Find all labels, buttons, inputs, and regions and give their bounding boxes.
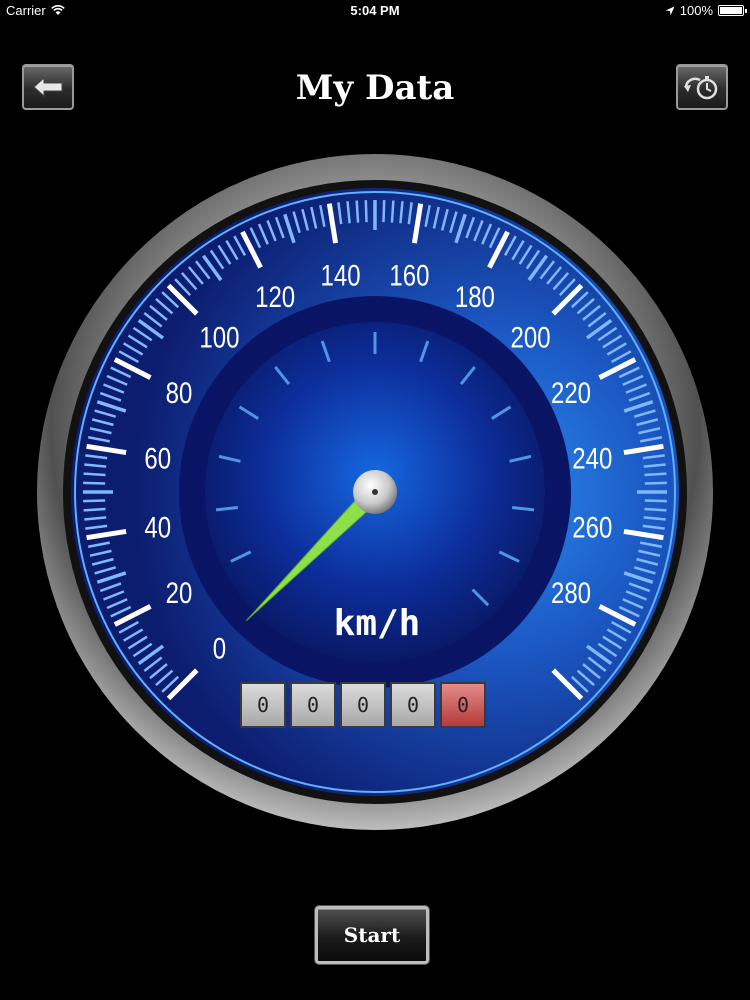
history-timer-button[interactable] — [676, 64, 728, 110]
odometer-digit: 0 — [390, 682, 436, 728]
gauge-tick-label: 240 — [572, 441, 612, 475]
gauge-tick-label: 160 — [389, 258, 429, 292]
speedometer-gauge: 020406080100120140 160180200220240260280 … — [37, 154, 713, 830]
gauge-tick-label: 280 — [551, 575, 591, 609]
start-button[interactable]: Start — [315, 906, 429, 964]
gauge-minor-tick — [364, 200, 368, 223]
gauge-minor-tick — [644, 481, 667, 485]
gauge-tick-label: 120 — [255, 279, 295, 313]
gauge-minor-tick — [390, 200, 395, 223]
battery-percent: 100% — [679, 3, 713, 18]
gauge-minor-tick — [644, 472, 667, 477]
gauge-tick-label: 60 — [144, 441, 171, 475]
battery-icon — [718, 5, 747, 16]
gauge-minor-tick — [355, 200, 360, 223]
gauge-minor-tick — [83, 481, 106, 485]
gauge-tick-label: 180 — [455, 279, 495, 313]
status-time: 5:04 PM — [350, 3, 400, 18]
gauge-minor-tick — [83, 507, 106, 512]
gauge-tick-label: 100 — [199, 320, 239, 354]
odometer-digit: 0 — [340, 682, 386, 728]
gauge-tick-label: 220 — [551, 376, 591, 410]
gauge-minor-tick — [83, 499, 106, 503]
odometer: 0 0 0 0 0 — [240, 682, 486, 728]
odometer-digit-last: 0 — [440, 682, 486, 728]
gauge-tick-label: 260 — [572, 510, 612, 544]
location-arrow-icon — [665, 6, 675, 15]
gauge-tick-label: 0 — [213, 631, 226, 665]
gauge-minor-tick — [83, 472, 106, 477]
gauge-minor-tick — [382, 200, 386, 223]
gauge-tick-label: 40 — [144, 510, 171, 544]
gauge-tick-label: 140 — [321, 258, 361, 292]
odometer-digit: 0 — [290, 682, 336, 728]
odometer-digit: 0 — [240, 682, 286, 728]
gauge-tick-label: 20 — [166, 575, 193, 609]
gauge-minor-tick — [644, 507, 667, 512]
gauge-tick-label: 80 — [166, 376, 193, 410]
gauge-tick-label: 200 — [511, 320, 551, 354]
speed-unit-label: km/h — [334, 603, 421, 644]
stopwatch-history-icon — [684, 76, 718, 100]
page-title: My Data — [295, 68, 455, 108]
gauge-minor-tick — [644, 499, 667, 503]
status-bar: Carrier 5:04 PM 100% — [0, 0, 750, 22]
